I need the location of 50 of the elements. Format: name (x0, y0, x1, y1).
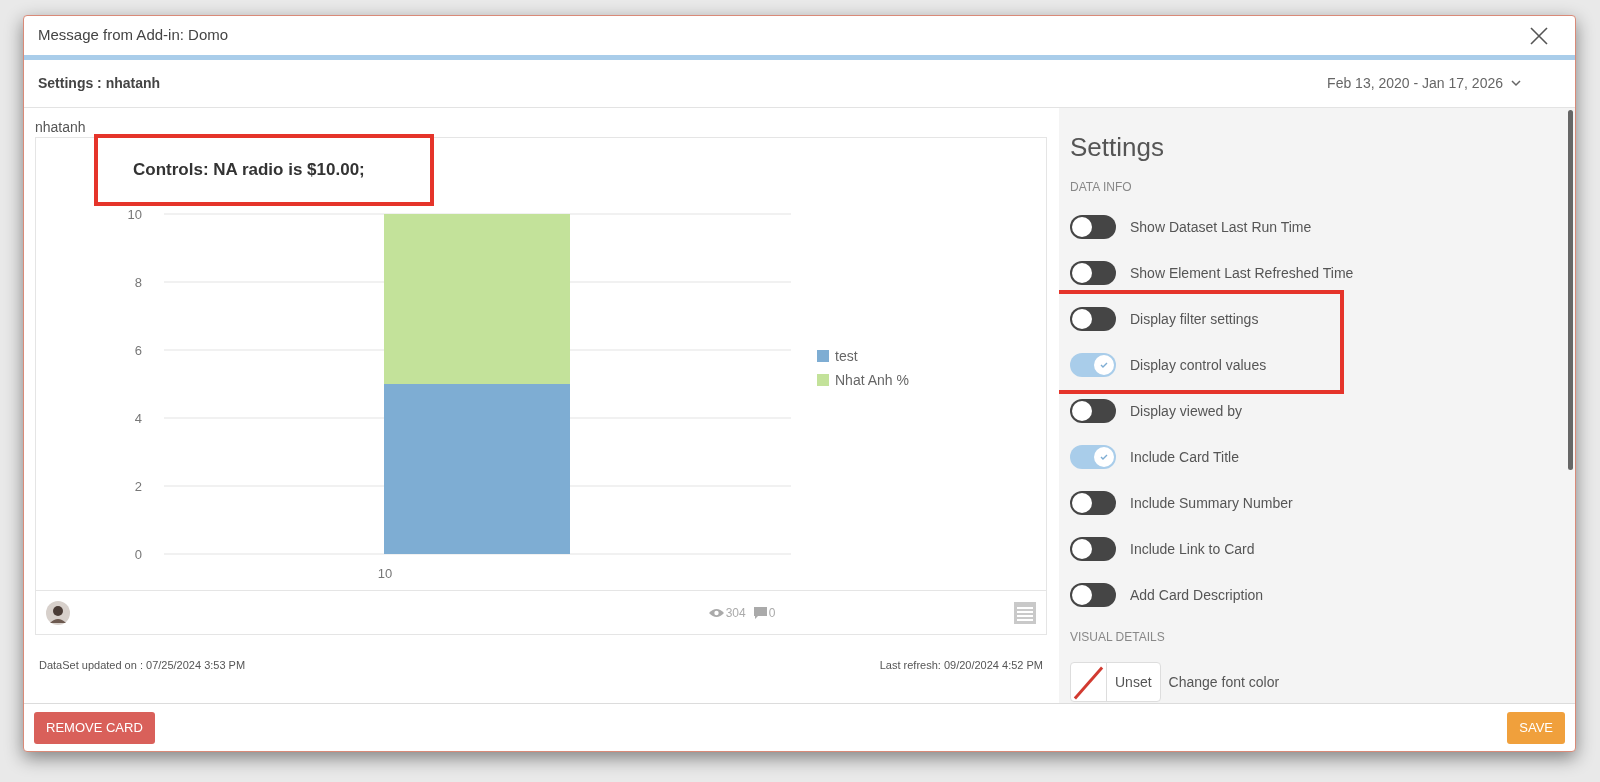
card-name: nhatanh (35, 118, 87, 136)
y-tick-label: 6 (134, 343, 142, 358)
controls-text: Controls: NA radio is $10.00; (94, 134, 434, 206)
toggle-switch[interactable] (1070, 353, 1116, 377)
setting-label: Include Summary Number (1130, 493, 1293, 513)
setting-label: Display control values (1130, 355, 1267, 375)
setting-label: Include Card Title (1130, 447, 1239, 467)
y-tick-label: 0 (134, 547, 142, 562)
toggle-switch[interactable] (1070, 261, 1116, 285)
remove-card-button[interactable]: REMOVE CARD (34, 711, 155, 744)
setting-label: Add Card Description (1130, 585, 1264, 605)
last-refresh-text: Last refresh: 09/20/2024 4:52 PM (879, 658, 1043, 673)
y-tick-label: 8 (134, 275, 142, 290)
setting-label: Show Element Last Refreshed Time (1130, 263, 1354, 283)
toggle-switch[interactable] (1070, 583, 1116, 607)
view-count: 304 (725, 604, 746, 622)
toggle-switch[interactable] (1070, 491, 1116, 515)
date-range-dropdown[interactable]: Feb 13, 2020 - Jan 17, 2026 (1327, 73, 1521, 94)
toggle-switch[interactable] (1070, 445, 1116, 469)
scrollbar-thumb[interactable] (1568, 110, 1573, 470)
check-icon (1099, 452, 1109, 462)
setting-label: Display filter settings (1130, 309, 1259, 329)
chevron-down-icon (1511, 80, 1521, 87)
setting-label: Change font color (1168, 672, 1280, 692)
color-picker-button[interactable]: Unset (1070, 662, 1161, 702)
x-tick-label: 10 (377, 566, 393, 581)
toggle-switch[interactable] (1070, 399, 1116, 423)
section-heading: VISUAL DETAILS (1070, 629, 1166, 646)
section-heading: DATA INFO (1070, 179, 1133, 196)
setting-label: Show Dataset Last Run Time (1130, 217, 1312, 237)
settings-title: Settings : nhatanh (38, 74, 161, 93)
toggle-switch[interactable] (1070, 215, 1116, 239)
dialog-title: Message from Add-in: Domo (38, 25, 229, 46)
no-color-icon (1071, 663, 1107, 701)
legend-label: test (835, 348, 858, 364)
check-icon (1099, 360, 1109, 370)
dataset-updated-text: DataSet updated on : 07/25/2024 3:53 PM (39, 658, 246, 673)
comment-icon (753, 606, 767, 619)
settings-heading: Settings (1070, 131, 1165, 164)
setting-label: Display viewed by (1130, 401, 1243, 421)
y-tick-label: 10 (127, 207, 142, 222)
y-tick-label: 4 (134, 411, 142, 426)
toggle-switch[interactable] (1070, 537, 1116, 561)
toggle-switch[interactable] (1070, 307, 1116, 331)
y-tick-label: 2 (134, 479, 142, 494)
comment-count: 0 (768, 604, 776, 622)
setting-label: Include Link to Card (1130, 539, 1255, 559)
avatar (46, 600, 70, 625)
eye-icon (708, 607, 724, 618)
legend-label: Nhat Anh % (835, 372, 909, 388)
